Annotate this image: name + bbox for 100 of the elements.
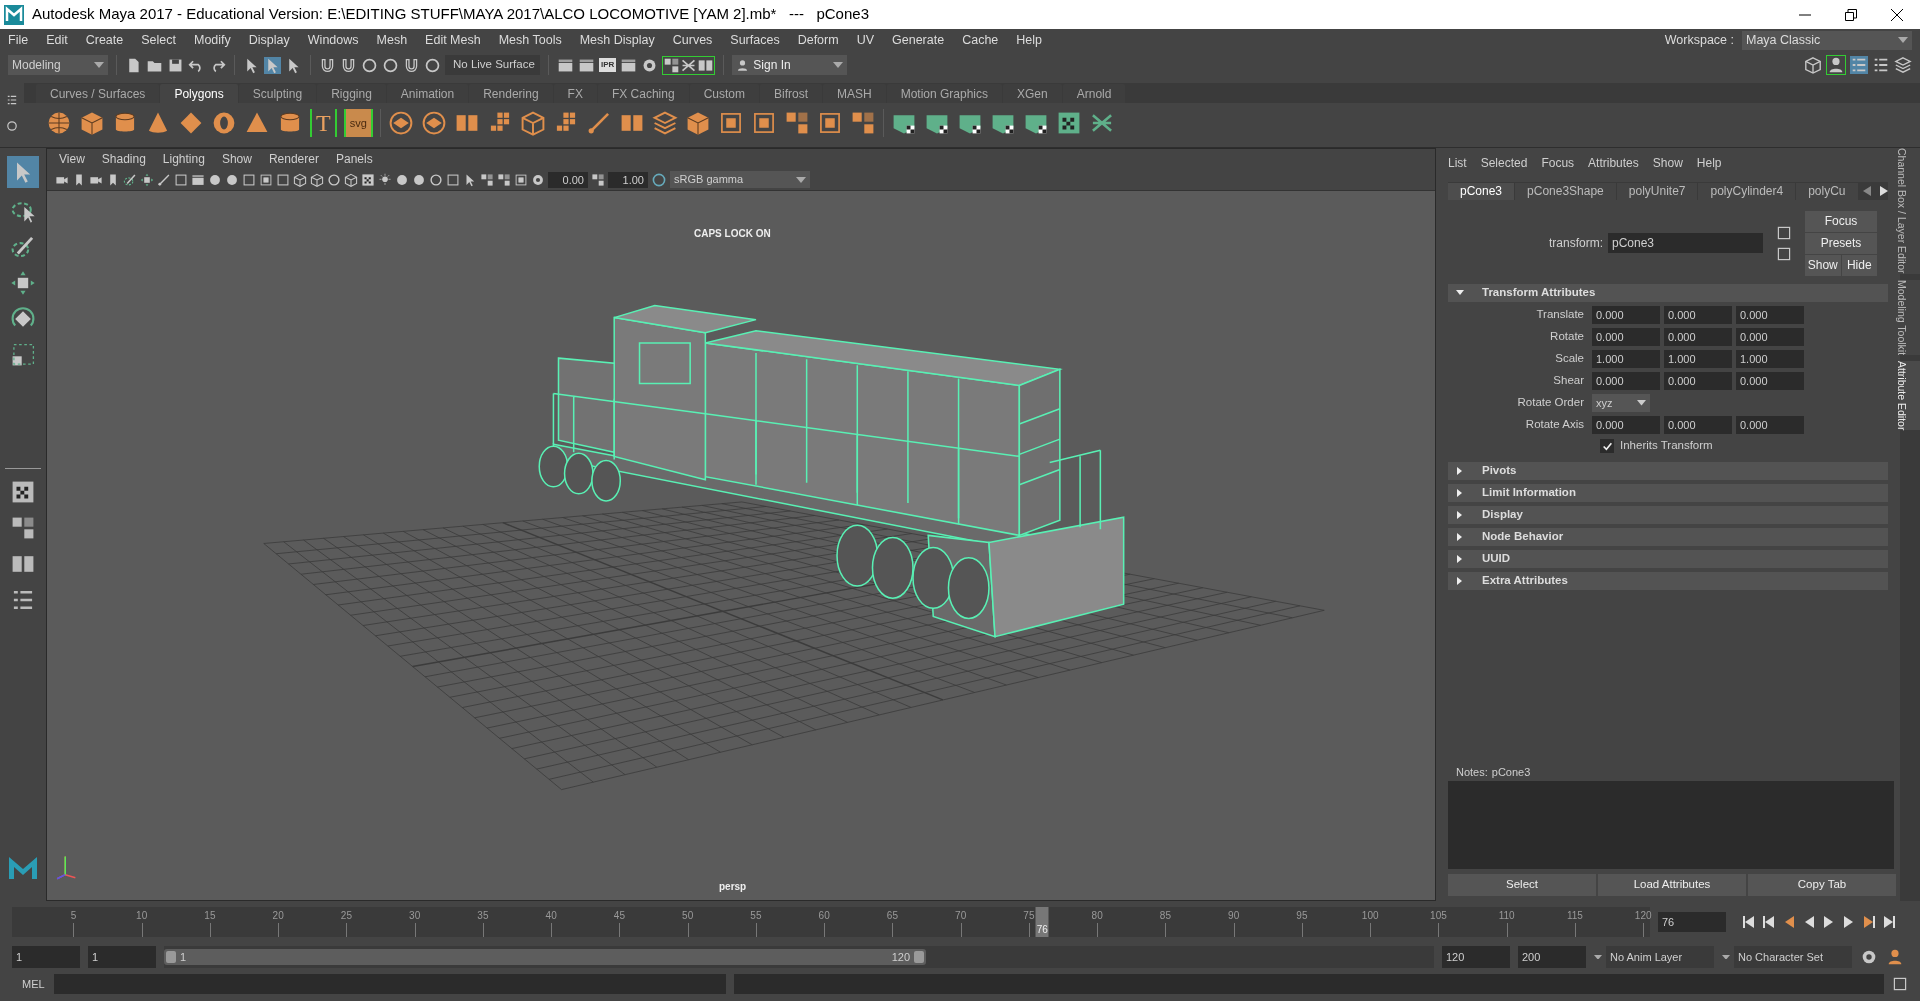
range-start-handle[interactable] (166, 951, 176, 963)
menu-item[interactable]: Mesh Display (579, 30, 655, 50)
shelf-tab[interactable]: FX (553, 84, 597, 103)
expand-arrow-icon[interactable] (1456, 533, 1464, 541)
checker-icon[interactable] (361, 172, 375, 187)
end-frame-field[interactable]: 200 (1518, 946, 1586, 968)
live-surface-field[interactable]: No Live Surface (445, 55, 540, 75)
scale-icon[interactable] (10, 342, 36, 368)
shelf-tab[interactable]: Arnold (1062, 84, 1126, 103)
rotate-order-dropdown[interactable]: xyz (1592, 394, 1650, 412)
frame-icon[interactable] (259, 172, 273, 187)
editor-menu-item[interactable]: Help (1696, 154, 1722, 172)
last-icon[interactable] (1882, 915, 1896, 929)
circle-icon[interactable] (395, 172, 409, 187)
shelf-tab[interactable]: Rendering (469, 84, 553, 103)
attribute-value-field[interactable]: 0.000 (1736, 306, 1804, 324)
editor-menu-item[interactable]: Attributes (1588, 154, 1639, 172)
attribute-value-field[interactable]: 0.000 (1736, 328, 1804, 346)
attribute-value-field[interactable]: 0.000 (1592, 372, 1660, 390)
circle-icon[interactable] (225, 172, 239, 187)
light-icon[interactable] (378, 172, 392, 187)
attribute-value-field[interactable]: 0.000 (1592, 328, 1660, 346)
viewport-panel[interactable]: View Shading Lighting Show Renderer Panels 0.00 1.00 sRGB gamma CAPS LOCK ON persp (46, 148, 1436, 901)
ring-icon[interactable] (424, 56, 441, 74)
exposure-field[interactable]: 0.00 (548, 171, 588, 188)
caret-icon[interactable] (1722, 954, 1730, 960)
aperture-icon[interactable] (1860, 948, 1878, 966)
ring-icon[interactable] (6, 120, 18, 132)
color-space-dropdown[interactable]: sRGB gamma (670, 171, 810, 188)
section-header[interactable]: UUID (1448, 550, 1888, 568)
expand-arrow-icon[interactable] (1456, 467, 1464, 475)
editor-menu-item[interactable]: Selected (1480, 154, 1528, 172)
time-slider[interactable]: 5 10 15 20 25 30 35 40 45 50 55 60 65 70 75 80 85 90 95 100 105 110 115 120 76 (12, 907, 1650, 937)
playback-start-field[interactable]: 1 (88, 946, 156, 968)
playback-end-field[interactable]: 120 (1442, 946, 1510, 968)
scroll-right-icon[interactable] (1879, 186, 1888, 196)
shelf-tab[interactable]: Polygons (160, 84, 238, 103)
disc-icon[interactable] (420, 110, 447, 136)
wirecube-icon[interactable] (519, 110, 546, 136)
caret-icon[interactable] (1898, 37, 1908, 43)
node-name-field[interactable]: pCone3 (1608, 233, 1763, 253)
attribute-value-field[interactable]: 0.000 (1664, 306, 1732, 324)
collapse-arrow-icon[interactable] (1456, 289, 1464, 297)
node-tab[interactable]: polyCu (1796, 182, 1858, 200)
square-icon[interactable] (1776, 245, 1792, 262)
attribute-value-field[interactable]: 0.000 (1736, 372, 1804, 390)
sphere-icon[interactable] (46, 110, 72, 136)
magnet-icon[interactable] (403, 56, 420, 74)
section-header[interactable]: Node Behavior (1448, 528, 1888, 546)
checker-icon[interactable] (10, 479, 36, 505)
shelf-tab[interactable]: FX Caching (597, 84, 689, 103)
current-frame-field[interactable]: 76 (1658, 912, 1726, 932)
diamond-icon[interactable] (178, 110, 204, 136)
menu-item[interactable]: Edit (46, 30, 68, 50)
attribute-value-field[interactable]: 0.000 (1664, 372, 1732, 390)
expand-arrow-icon[interactable] (1456, 577, 1464, 585)
expand-arrow-icon[interactable] (1456, 489, 1464, 497)
paint-select-icon[interactable] (10, 234, 36, 260)
shelf-tab[interactable]: Animation (386, 84, 469, 103)
shelf-tab[interactable]: MASH (823, 84, 886, 103)
editor-button[interactable]: Focus (1805, 210, 1877, 232)
caret-icon[interactable] (94, 62, 104, 68)
quad-icon[interactable] (10, 515, 36, 541)
person-icon[interactable] (1886, 948, 1904, 966)
first-icon[interactable] (1742, 915, 1756, 929)
script-language-label[interactable]: MEL (12, 975, 46, 993)
circle-icon[interactable] (412, 172, 426, 187)
menu-item[interactable]: Modify (194, 30, 231, 50)
wirecube-icon[interactable] (293, 172, 307, 187)
attribute-value-field[interactable]: 0.000 (1592, 416, 1660, 434)
editor-menu-item[interactable]: Focus (1541, 154, 1575, 172)
clapper-icon[interactable] (191, 172, 205, 187)
panel-menu-item[interactable]: Renderer (268, 150, 319, 168)
layers-icon[interactable] (1894, 56, 1912, 74)
wirecube-icon[interactable] (1804, 56, 1822, 74)
section-header[interactable]: Transform Attributes (1448, 284, 1888, 302)
square-icon[interactable] (446, 172, 460, 187)
circle-icon[interactable] (208, 172, 222, 187)
gamma-field[interactable]: 1.00 (608, 171, 648, 188)
ring-icon[interactable] (327, 172, 341, 187)
range-end-handle[interactable] (914, 951, 924, 963)
square-icon[interactable] (1776, 224, 1792, 241)
attribute-value-field[interactable]: 0.000 (1592, 306, 1660, 324)
start-frame-field[interactable]: 1 (12, 946, 80, 968)
attribute-value-field[interactable]: 0.000 (1664, 416, 1732, 434)
close-icon[interactable] (1891, 8, 1903, 21)
notes-field[interactable] (1448, 781, 1894, 869)
torus-icon[interactable] (211, 110, 237, 136)
menu-item[interactable]: File (8, 30, 29, 50)
attribute-value-field[interactable]: 1.000 (1664, 350, 1732, 368)
menu-item[interactable]: Generate (892, 30, 945, 50)
menu-item[interactable]: Surfaces (730, 30, 780, 50)
quad-icon[interactable] (480, 172, 494, 187)
menu-item[interactable]: Windows (307, 30, 359, 50)
quad-icon[interactable] (497, 172, 511, 187)
attribute-value-field[interactable]: 0.000 (1736, 416, 1804, 434)
cube-icon[interactable] (79, 110, 105, 136)
caret-icon[interactable] (796, 176, 806, 183)
prev-key-icon[interactable] (1762, 915, 1776, 929)
caret-icon[interactable] (1637, 400, 1646, 406)
